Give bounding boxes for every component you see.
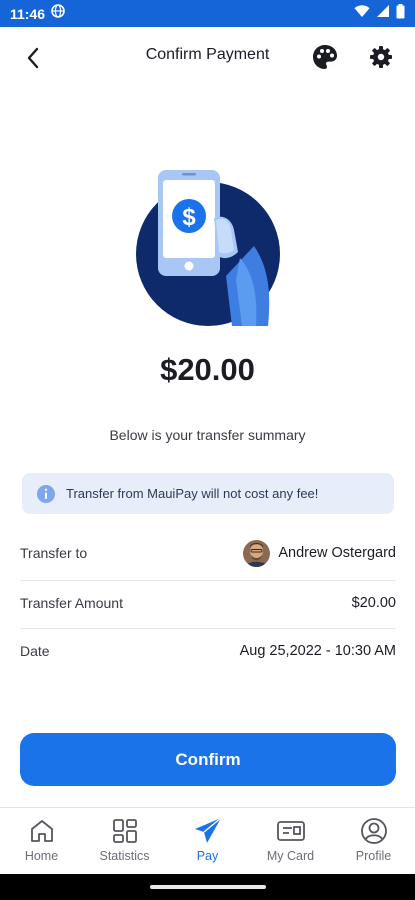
battery-icon (396, 3, 405, 24)
fee-info-text: Transfer from MauiPay will not cost any … (66, 486, 319, 501)
detail-label: Date (20, 643, 50, 659)
info-icon (36, 484, 56, 504)
detail-row-transfer-amount: Transfer Amount $20.00 (20, 591, 396, 615)
page-title: Confirm Payment (145, 46, 270, 63)
profile-icon (359, 816, 389, 846)
nav-item-profile[interactable]: Profile (332, 808, 415, 874)
confirm-button[interactable]: Confirm (20, 733, 396, 786)
svg-text:$: $ (182, 204, 196, 231)
nav-label: Profile (355, 849, 392, 863)
detail-label: Transfer Amount (20, 595, 123, 611)
app-bar: Confirm Payment (0, 27, 415, 87)
divider (20, 580, 396, 581)
palette-icon (313, 45, 337, 69)
settings-button[interactable] (368, 44, 394, 70)
vpn-globe-icon (51, 4, 65, 23)
home-gesture-handle[interactable] (150, 885, 266, 889)
detail-row-date: Date Aug 25,2022 - 10:30 AM (20, 639, 396, 663)
status-bar: 11:46 (0, 0, 415, 27)
statistics-icon (110, 816, 140, 846)
home-icon (27, 816, 57, 846)
nav-label: Pay (196, 849, 219, 863)
payment-illustration: $ (136, 168, 282, 326)
detail-value: Aug 25,2022 - 10:30 AM (239, 643, 396, 659)
bottom-nav: Home Statistics Pay My Card Profile (0, 807, 415, 874)
detail-value: $20.00 (351, 595, 396, 611)
status-time: 11:46 (10, 5, 46, 22)
avatar (243, 539, 271, 567)
wifi-icon (354, 4, 370, 23)
nav-label: My Card (266, 849, 315, 863)
recipient: Andrew Ostergard (243, 539, 396, 567)
paper-plane-icon (193, 816, 223, 846)
nav-item-statistics[interactable]: Statistics (83, 808, 166, 874)
system-navigation-bar (0, 874, 415, 900)
gear-icon (370, 46, 392, 68)
signal-icon (376, 4, 390, 23)
detail-row-transfer-to: Transfer to Andrew Ostergard (20, 537, 396, 569)
nav-label: Home (24, 849, 59, 863)
nav-item-pay[interactable]: Pay (166, 808, 249, 874)
detail-label: Transfer to (20, 545, 88, 561)
nav-item-my-card[interactable]: My Card (249, 808, 332, 874)
recipient-name: Andrew Ostergard (278, 545, 396, 561)
payment-amount: $20.00 (160, 352, 255, 387)
nav-label: Statistics (99, 849, 150, 863)
fee-info-banner: Transfer from MauiPay will not cost any … (22, 473, 394, 514)
nav-item-home[interactable]: Home (0, 808, 83, 874)
card-icon (276, 816, 306, 846)
divider (20, 628, 396, 629)
transfer-summary-text: Below is your transfer summary (109, 427, 306, 443)
theme-button[interactable] (311, 43, 339, 71)
